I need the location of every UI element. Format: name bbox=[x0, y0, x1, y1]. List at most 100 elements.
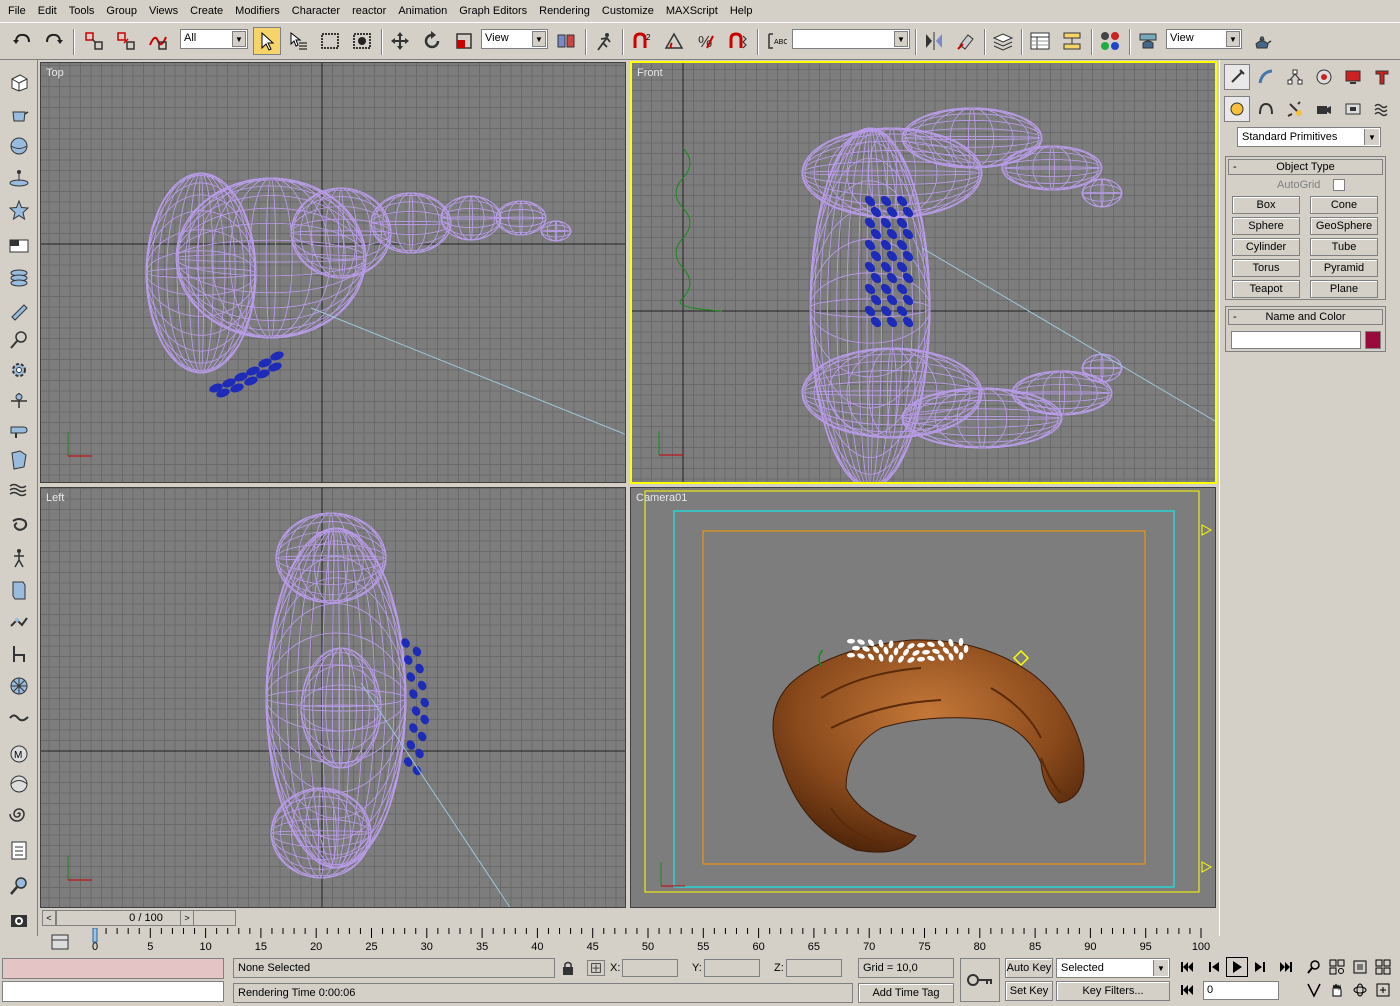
menu-rendering[interactable]: Rendering bbox=[533, 0, 596, 22]
pivot-point-center-icon[interactable] bbox=[552, 27, 580, 55]
maxscript-input-mini[interactable] bbox=[2, 981, 224, 1002]
mirror-icon[interactable] bbox=[920, 27, 948, 55]
undo-icon[interactable] bbox=[8, 27, 36, 55]
align-icon[interactable] bbox=[952, 27, 980, 55]
menu-tools[interactable]: Tools bbox=[63, 0, 101, 22]
camera-tool-icon[interactable] bbox=[5, 906, 33, 934]
pyramid-button[interactable]: Pyramid bbox=[1310, 259, 1378, 277]
selection-filter-dropdown[interactable]: All ▼ bbox=[180, 29, 248, 49]
notepad-tool-icon[interactable] bbox=[5, 836, 33, 864]
display-tab-icon[interactable] bbox=[1340, 64, 1366, 90]
key-filters-button[interactable]: Key Filters... bbox=[1056, 981, 1170, 1001]
z-coordinate-field[interactable] bbox=[786, 959, 842, 977]
stretch-tool-icon[interactable] bbox=[5, 608, 33, 636]
utilities-tab-icon[interactable] bbox=[1369, 64, 1395, 90]
geosphere-button[interactable]: GeoSphere bbox=[1310, 217, 1378, 235]
hierarchy-tab-icon[interactable] bbox=[1282, 64, 1308, 90]
rope-tool-icon[interactable] bbox=[5, 704, 33, 732]
select-and-move-icon[interactable] bbox=[386, 27, 414, 55]
object-type-rollout-header[interactable]: - Object Type bbox=[1228, 159, 1383, 175]
field-of-view-icon[interactable] bbox=[1303, 980, 1325, 1000]
menu-edit[interactable]: Edit bbox=[32, 0, 63, 22]
spinner-snap-icon[interactable] bbox=[724, 27, 752, 55]
plane-tool-icon[interactable] bbox=[5, 164, 33, 192]
track-bar[interactable]: 0 5 10 15 20 25 30 35 40 45 50 55 60 65 70 75 80 85 90 95 10… bbox=[40, 928, 1216, 956]
time-slider-thumb[interactable]: 0 / 100 bbox=[56, 910, 236, 926]
edit-named-selection-icon[interactable]: ABC bbox=[762, 27, 790, 55]
menu-views[interactable]: Views bbox=[143, 0, 184, 22]
cameras-category-icon[interactable] bbox=[1311, 96, 1337, 122]
orbit-icon[interactable] bbox=[1349, 980, 1371, 1000]
viewport-top[interactable]: Top bbox=[40, 62, 626, 483]
menu-animation[interactable]: Animation bbox=[392, 0, 453, 22]
x-coordinate-field[interactable] bbox=[622, 959, 678, 977]
set-key-button[interactable]: Set Key bbox=[1005, 981, 1053, 1001]
next-frame-icon[interactable] bbox=[1249, 957, 1271, 977]
geometry-category-icon[interactable] bbox=[1224, 96, 1250, 122]
set-keys-icon[interactable] bbox=[960, 958, 1000, 1002]
zoom-icon[interactable] bbox=[1303, 957, 1325, 977]
modify-tab-icon[interactable] bbox=[1253, 64, 1279, 90]
menu-graph-editors[interactable]: Graph Editors bbox=[453, 0, 533, 22]
menu-help[interactable]: Help bbox=[724, 0, 759, 22]
sphere-tool-icon[interactable] bbox=[5, 132, 33, 160]
menu-modifiers[interactable]: Modifiers bbox=[229, 0, 286, 22]
viewport-label[interactable]: Top bbox=[46, 67, 64, 79]
chair-tool-icon[interactable] bbox=[5, 640, 33, 668]
menu-file[interactable]: File bbox=[2, 0, 32, 22]
menu-create[interactable]: Create bbox=[184, 0, 229, 22]
snaps-toggle-icon[interactable]: 2 bbox=[628, 27, 656, 55]
material-editor-icon[interactable] bbox=[1096, 27, 1124, 55]
maxscript-listener-mini[interactable] bbox=[2, 958, 224, 979]
select-and-scale-icon[interactable] bbox=[450, 27, 478, 55]
plane-button[interactable]: Plane bbox=[1310, 280, 1378, 298]
current-frame-field[interactable]: 0 bbox=[1203, 981, 1279, 1000]
select-by-name-icon[interactable] bbox=[284, 27, 312, 55]
render-scene-icon[interactable] bbox=[1134, 27, 1162, 55]
viewport-front[interactable]: Front bbox=[630, 61, 1217, 484]
viewport-label[interactable]: Left bbox=[46, 492, 64, 504]
menu-character[interactable]: Character bbox=[286, 0, 346, 22]
shapes-category-icon[interactable] bbox=[1253, 96, 1279, 122]
teapot-button[interactable]: Teapot bbox=[1232, 280, 1300, 298]
time-marker[interactable] bbox=[92, 928, 98, 943]
y-coordinate-field[interactable] bbox=[704, 959, 760, 977]
wave-tool-icon[interactable] bbox=[5, 476, 33, 504]
motor-tool-icon[interactable]: M bbox=[5, 740, 33, 768]
teapot-tool-icon[interactable] bbox=[5, 100, 33, 128]
percent-snap-icon[interactable]: % bbox=[692, 27, 720, 55]
viewport-left[interactable]: Left bbox=[40, 487, 626, 908]
manipulate-icon[interactable] bbox=[590, 27, 618, 55]
absolute-mode-icon[interactable] bbox=[587, 960, 605, 976]
pin-tool-icon[interactable] bbox=[5, 386, 33, 414]
zoom-tool-icon[interactable] bbox=[5, 872, 33, 900]
mini-curve-editor-icon[interactable] bbox=[40, 928, 80, 956]
gear-icon[interactable] bbox=[5, 356, 33, 384]
key-mode-dropdown[interactable]: Selected ▼ bbox=[1056, 958, 1170, 978]
previous-frame-icon[interactable] bbox=[1203, 957, 1225, 977]
layer-manager-icon[interactable] bbox=[989, 27, 1017, 55]
space-warps-category-icon[interactable] bbox=[1369, 96, 1395, 122]
go-to-end-icon[interactable] bbox=[1275, 957, 1297, 977]
ball-tool-icon[interactable] bbox=[5, 770, 33, 798]
menu-group[interactable]: Group bbox=[100, 0, 143, 22]
redo-icon[interactable] bbox=[40, 27, 68, 55]
select-and-link-icon[interactable] bbox=[80, 27, 108, 55]
tube-button[interactable]: Tube bbox=[1310, 238, 1378, 256]
lights-category-icon[interactable] bbox=[1282, 96, 1308, 122]
zoom-all-icon[interactable] bbox=[1326, 957, 1348, 977]
unlink-selection-icon[interactable] bbox=[112, 27, 140, 55]
select-and-rotate-icon[interactable] bbox=[418, 27, 446, 55]
viewport-label[interactable]: Front bbox=[637, 67, 663, 79]
lasso-tool-icon[interactable] bbox=[5, 512, 33, 540]
next-frame-button[interactable]: > bbox=[180, 910, 194, 926]
torus-button[interactable]: Torus bbox=[1232, 259, 1300, 277]
star-tool-icon[interactable] bbox=[5, 196, 33, 224]
box-button[interactable]: Box bbox=[1232, 196, 1300, 214]
magnifier-tool-icon[interactable] bbox=[5, 326, 33, 354]
key-mode-toggle-icon[interactable] bbox=[1176, 980, 1198, 1000]
quick-render-icon[interactable] bbox=[1248, 27, 1276, 55]
create-tab-icon[interactable] bbox=[1224, 64, 1250, 90]
go-to-start-icon[interactable] bbox=[1176, 957, 1198, 977]
play-icon[interactable] bbox=[1226, 957, 1248, 977]
